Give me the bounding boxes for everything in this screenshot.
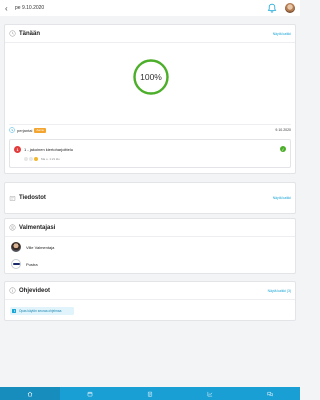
clipboard-icon [147, 391, 153, 397]
run-icon [9, 127, 15, 133]
event-name: perjantai [17, 127, 33, 133]
chat-icon [267, 391, 273, 397]
play-icon [12, 309, 16, 313]
files-title: Tiedostot [19, 195, 46, 201]
top-bar: ‹ pe 9.10.2020 [0, 0, 300, 16]
user-icon [9, 224, 16, 231]
emoji-neutral-icon [29, 157, 33, 161]
task-number: 1 [14, 146, 21, 153]
current-date: pe 9.10.2020 [15, 5, 45, 11]
document-icon [9, 195, 16, 201]
user-avatar[interactable] [285, 3, 295, 13]
coach-name: Pustra [26, 261, 38, 267]
pustra-logo [11, 259, 21, 269]
event-row[interactable]: perjantai Aamu 9.10.2020 [9, 124, 291, 134]
coach-item[interactable]: Ville Valmentaja [11, 242, 54, 252]
tab-tasks[interactable] [120, 387, 180, 400]
coach-item[interactable]: Pustra [11, 259, 38, 269]
tab-messages[interactable] [240, 387, 300, 400]
guides-title: Ohjevideot [19, 287, 51, 294]
clock-icon [9, 30, 16, 37]
bottom-nav [0, 387, 300, 400]
event-badge: Aamu [34, 127, 47, 133]
files-card-header: Tiedostot Näytä kaikki [5, 183, 295, 213]
task-meta: Ma o. 1:21 klo [41, 157, 60, 161]
event-date: 9.10.2020 [275, 128, 291, 132]
task-title: 1 - jakoinen kiertoharjoittelu [24, 147, 73, 152]
guide-video-label: Opas käytön seuraa ohjelmaa [19, 309, 62, 313]
progress-value: 100% [140, 72, 162, 82]
task-feedback: Ma o. 1:21 klo [24, 157, 60, 161]
guides-card: Ohjevideot Näytä kaikki (3) Opas käytön … [4, 281, 296, 321]
tab-home[interactable] [0, 387, 60, 400]
coaches-card: Valmentajasi Ville Valmentaja Pustra [4, 218, 296, 274]
today-card-header: Tänään Näytä kaikki [5, 25, 295, 43]
files-show-all-link[interactable]: Näytä kaikki [273, 196, 291, 200]
coaches-card-header: Valmentajasi [5, 219, 295, 237]
tab-calendar[interactable] [60, 387, 120, 400]
tab-stats[interactable] [180, 387, 240, 400]
guides-card-header: Ohjevideot Näytä kaikki (3) [5, 282, 295, 300]
coach-name: Ville Valmentaja [26, 244, 55, 250]
task-item[interactable]: 1 1 - jakoinen kiertoharjoittelu ✓ Ma o.… [9, 139, 291, 168]
guide-video-button[interactable]: Opas käytön seuraa ohjelmaa [10, 307, 74, 315]
today-title: Tänään [19, 30, 41, 37]
coaches-title: Valmentajasi [19, 224, 56, 231]
calendar-icon [87, 391, 93, 396]
chart-icon [207, 391, 213, 396]
emoji-neutral-icon [24, 157, 28, 161]
today-show-all-link[interactable]: Näytä kaikki [273, 32, 291, 36]
home-icon [27, 391, 33, 396]
coach-avatar [11, 242, 21, 252]
today-card: Tänään Näytä kaikki 100% perjantai Aamu … [4, 24, 296, 174]
check-icon: ✓ [280, 146, 286, 152]
chevron-left-icon[interactable]: ‹ [5, 4, 15, 13]
info-icon [9, 287, 16, 294]
guides-show-all-link[interactable]: Näytä kaikki (3) [268, 289, 291, 293]
files-card: Tiedostot Näytä kaikki [4, 182, 296, 214]
progress-ring: 100% [132, 58, 170, 96]
emoji-happy-icon [34, 157, 38, 161]
bell-icon[interactable] [267, 3, 277, 13]
